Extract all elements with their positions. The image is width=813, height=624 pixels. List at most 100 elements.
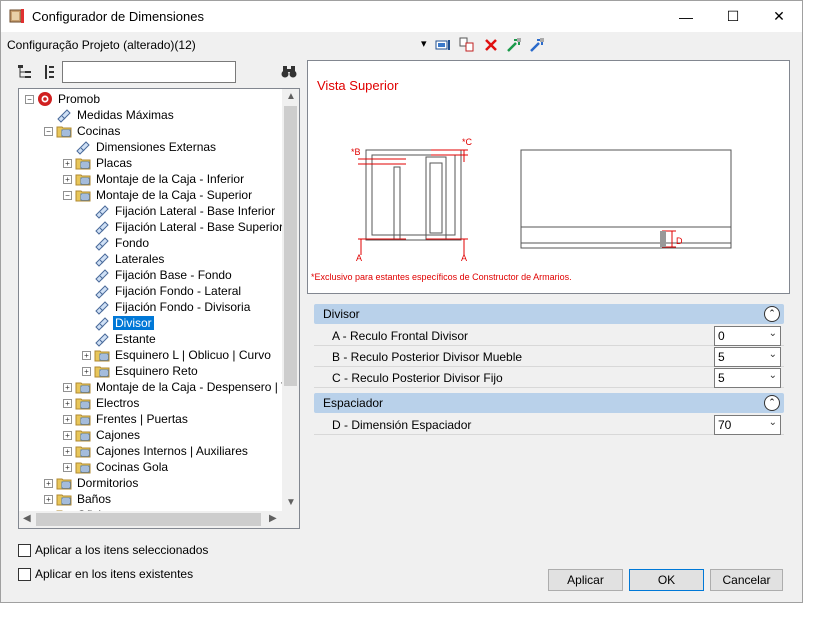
apply-existing-option[interactable]: Aplicar en los itens existentes xyxy=(18,567,193,581)
tag-icon xyxy=(95,317,109,331)
scroll-left-icon[interactable]: ◀ xyxy=(23,513,31,524)
tag-icon xyxy=(95,205,109,219)
ok-button[interactable]: OK xyxy=(629,569,704,591)
tree-item[interactable]: Fijación Fondo - Lateral xyxy=(82,283,243,299)
export-icon[interactable] xyxy=(529,37,545,53)
tree-item-label: Fijación Lateral - Base Inferior xyxy=(115,204,276,218)
binoculars-icon[interactable] xyxy=(281,64,297,80)
tree-item-label: Divisor xyxy=(113,316,154,330)
collapse-icon[interactable]: − xyxy=(63,190,72,200)
expand-icon[interactable]: + xyxy=(63,398,72,408)
tree-item[interactable]: Estante xyxy=(82,331,158,347)
property-name: D - Dimensión Espaciador xyxy=(332,418,472,432)
dialog-window: Configurador de Dimensiones — ☐ ✕ Config… xyxy=(0,0,803,603)
tree-item[interactable]: − Montaje de la Caja - Superior xyxy=(63,187,254,203)
tree-item[interactable]: + Frentes | Puertas xyxy=(63,411,190,427)
folder-icon xyxy=(75,430,91,442)
label-d: D xyxy=(676,236,683,246)
apply-button[interactable]: Aplicar xyxy=(548,569,623,591)
tree-item[interactable]: + Dormitorios xyxy=(44,475,140,491)
config-dropdown-arrow[interactable]: ▾ xyxy=(421,37,427,50)
property-value-select[interactable]: 5 ⌄ xyxy=(714,347,781,367)
tree-item[interactable]: − Promob xyxy=(25,91,102,107)
tree-item[interactable]: Fijación Base - Fondo xyxy=(82,267,234,283)
scroll-up-icon[interactable]: ▲ xyxy=(286,91,296,102)
property-value-select[interactable]: 5 ⌄ xyxy=(714,368,781,388)
horizontal-scroll-thumb[interactable] xyxy=(36,513,261,526)
expand-icon[interactable]: + xyxy=(82,366,91,376)
tag-icon xyxy=(76,141,90,155)
label-a-left: A xyxy=(356,253,362,263)
tree-item[interactable]: + Cajones Internos | Auxiliares xyxy=(63,443,250,459)
collapse-icon[interactable]: ⌃ xyxy=(764,395,780,411)
minimize-button[interactable]: — xyxy=(663,1,709,32)
expand-icon[interactable]: + xyxy=(44,494,53,504)
tree-content: − Promob Medidas Máximas − Cocinas Dimensione… xyxy=(19,89,283,512)
tree-item[interactable]: + Cajones xyxy=(63,427,142,443)
collapse-icon[interactable]: − xyxy=(25,94,34,104)
search-input[interactable] xyxy=(62,61,236,83)
apply-selected-checkbox[interactable] xyxy=(18,543,31,557)
property-value-select[interactable]: 0 ⌄ xyxy=(714,326,781,346)
property-name: B - Reculo Posterior Divisor Mueble xyxy=(332,350,523,364)
tree-vertical-scrollbar[interactable]: ▲ ▼ xyxy=(282,89,299,512)
tree-item[interactable]: + Baños xyxy=(44,491,113,507)
tree-item[interactable]: + Esquinero L | Oblicuo | Curvo xyxy=(82,347,273,363)
tree-item[interactable]: Fondo xyxy=(82,235,151,251)
scroll-down-icon[interactable]: ▼ xyxy=(286,497,296,508)
tree-item[interactable]: + Electros xyxy=(63,395,141,411)
tree-item[interactable]: Laterales xyxy=(82,251,166,267)
copy-config-icon[interactable] xyxy=(459,37,475,53)
tree-item-label: Estante xyxy=(115,332,156,346)
vertical-scroll-thumb[interactable] xyxy=(284,106,297,386)
property-value: 0 xyxy=(718,329,725,343)
property-name: A - Reculo Frontal Divisor xyxy=(332,329,469,343)
apply-existing-label: Aplicar en los itens existentes xyxy=(35,567,194,581)
label-a-right: A xyxy=(461,253,467,263)
scroll-right-icon[interactable]: ▶ xyxy=(269,513,277,524)
group-header-espaciador[interactable]: Espaciador ⌃ xyxy=(314,393,784,413)
expand-icon[interactable]: + xyxy=(63,462,72,472)
folder-icon xyxy=(75,462,91,474)
tree-item-label: Esquinero L | Oblicuo | Curvo xyxy=(115,348,271,362)
close-button[interactable]: ✕ xyxy=(756,1,802,32)
list-view-icon[interactable] xyxy=(40,63,58,81)
delete-icon[interactable] xyxy=(483,37,499,53)
maximize-button[interactable]: ☐ xyxy=(710,1,756,32)
tree-item[interactable]: Dimensiones Externas xyxy=(63,139,218,155)
tree-structure-icon[interactable] xyxy=(16,63,34,81)
expand-icon[interactable]: + xyxy=(63,158,72,168)
tree-item[interactable]: Fijación Fondo - Divisoria xyxy=(82,299,252,315)
tree-item[interactable]: + Esquinero Reto xyxy=(82,363,200,379)
cancel-button[interactable]: Cancelar xyxy=(710,569,783,591)
expand-icon[interactable]: + xyxy=(63,174,72,184)
tree-item[interactable]: − Cocinas xyxy=(44,123,122,139)
tree-item[interactable]: + Montaje de la Caja - Inferior xyxy=(63,171,246,187)
tree-item[interactable]: + Cocinas Gola xyxy=(63,459,170,475)
property-value-select[interactable]: 70 ⌄ xyxy=(714,415,781,435)
apply-existing-checkbox[interactable] xyxy=(18,567,31,581)
screen-config-icon[interactable] xyxy=(435,37,451,53)
folder-icon xyxy=(56,494,72,506)
collapse-icon[interactable]: − xyxy=(44,126,53,136)
tree-item[interactable]: Fijación Lateral - Base Superior xyxy=(82,219,283,235)
collapse-icon[interactable]: ⌃ xyxy=(764,306,780,322)
tree-item[interactable]: + Placas xyxy=(63,155,134,171)
expand-icon[interactable]: + xyxy=(63,430,72,440)
tree-item[interactable]: + Montaje de la Caja - Despensero | Torre xyxy=(63,379,283,395)
expand-icon[interactable]: + xyxy=(63,382,72,392)
tree-item-label: Cajones xyxy=(96,428,141,442)
tree-item[interactable]: Medidas Máximas xyxy=(44,107,176,123)
expand-icon[interactable]: + xyxy=(63,414,72,424)
tree-item-label: Baños xyxy=(77,492,112,506)
tree-item[interactable]: Fijación Lateral - Base Inferior xyxy=(82,203,277,219)
import-icon[interactable] xyxy=(506,37,522,53)
expand-icon[interactable]: + xyxy=(82,350,91,360)
apply-selected-option[interactable]: Aplicar a los itens seleccionados xyxy=(18,543,208,557)
chevron-down-icon: ⌄ xyxy=(768,417,777,428)
expand-icon[interactable]: + xyxy=(44,478,53,488)
tree-item[interactable]: Divisor xyxy=(82,315,154,331)
tree-horizontal-scrollbar[interactable]: ◀ ▶ xyxy=(19,511,283,528)
expand-icon[interactable]: + xyxy=(63,446,72,456)
group-header-divisor[interactable]: Divisor ⌃ xyxy=(314,304,784,324)
